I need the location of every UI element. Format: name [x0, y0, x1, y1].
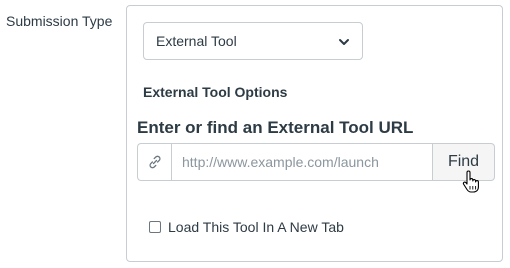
submission-type-select-value: External Tool — [156, 33, 237, 49]
external-tool-url-heading: Enter or find an External Tool URL — [137, 118, 414, 137]
new-tab-option[interactable]: Load This Tool In A New Tab — [149, 219, 344, 235]
external-tool-url-group: Find — [137, 143, 495, 181]
submission-type-section: Submission Type External Tool External T… — [0, 0, 510, 268]
new-tab-checkbox[interactable] — [149, 221, 161, 233]
hand-pointer-icon — [462, 170, 480, 194]
submission-type-label: Submission Type — [6, 13, 113, 29]
external-tool-options-heading: External Tool Options — [143, 84, 288, 100]
external-tool-url-input[interactable] — [171, 143, 433, 181]
chevron-down-icon — [338, 35, 350, 47]
submission-type-select[interactable]: External Tool — [143, 22, 363, 60]
submission-type-panel: External Tool External Tool Options Ente… — [126, 5, 503, 262]
new-tab-label: Load This Tool In A New Tab — [168, 219, 344, 235]
link-icon — [137, 143, 171, 181]
